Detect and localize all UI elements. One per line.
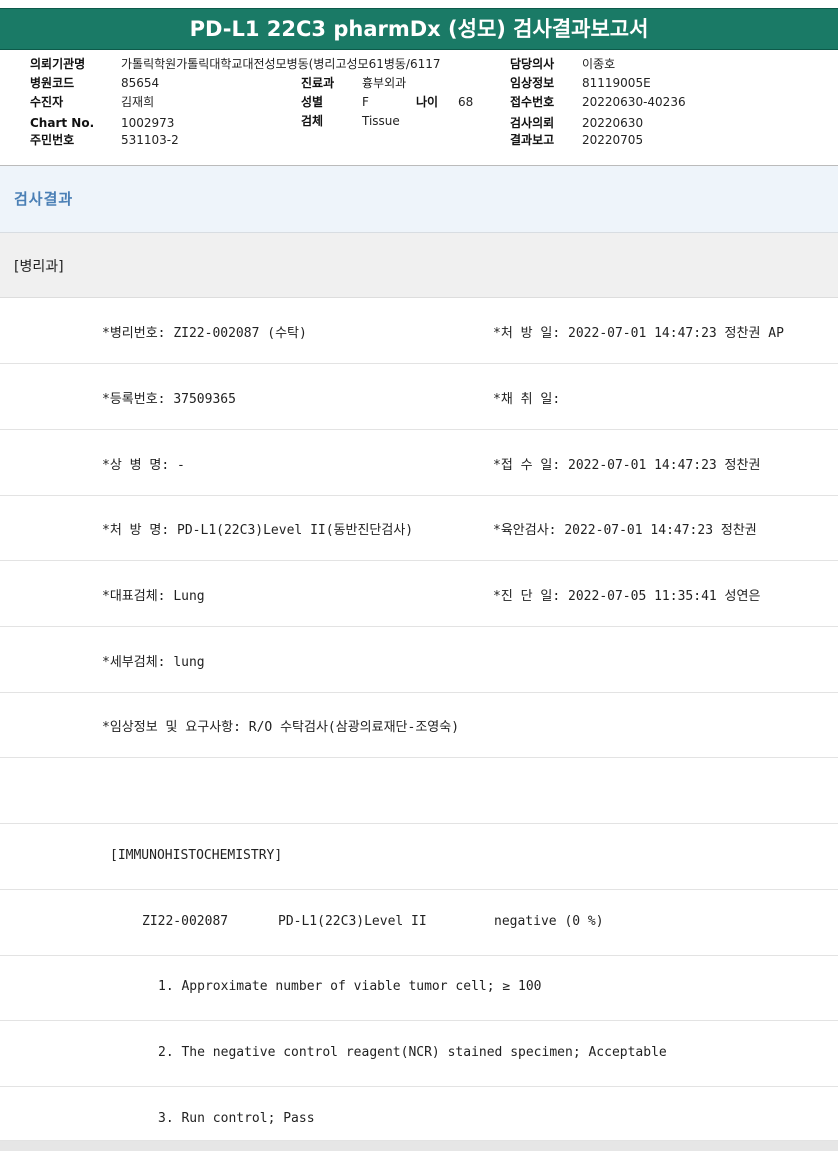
clinical-value: 81119005E — [582, 76, 651, 90]
request-value: 20220630 — [582, 116, 644, 130]
blank-row — [0, 758, 838, 824]
detail-row: *대표검체: Lung *진 단 일: 2022-07-05 11:35:41 … — [0, 561, 838, 627]
code-label: 병원코드 — [30, 76, 75, 90]
ihc-title: [IMMUNOHISTOCHEMISTRY] — [110, 848, 283, 863]
result-date-value: 20220705 — [582, 133, 644, 147]
age-label: 나이 — [416, 95, 439, 109]
clinical-label: 임상정보 — [510, 76, 555, 90]
row-right: *처 방 일: 2022-07-01 14:47:23 정찬권 AP — [493, 326, 784, 341]
note-text: 3. Run control; Pass — [158, 1111, 315, 1126]
specimen-value: Tissue — [362, 114, 400, 128]
detail-row: *등록번호: 37509365 *채 취 일: — [0, 364, 838, 430]
doctor-value: 이종호 — [582, 57, 616, 71]
note-text: 1. Approximate number of viable tumor ce… — [158, 979, 542, 994]
receipt-label: 접수번호 — [510, 95, 555, 109]
ihc-title-row: [IMMUNOHISTOCHEMISTRY] — [0, 824, 838, 890]
id-label: 주민번호 — [30, 133, 75, 147]
receipt-value: 20220630-40236 — [582, 95, 686, 109]
scrollbar-track[interactable] — [0, 1141, 838, 1151]
report-title: PD-L1 22C3 pharmDx (성모) 검사결과보고서 — [0, 8, 838, 50]
section-header: 검사결과 — [0, 166, 838, 233]
row-right: *채 취 일: — [493, 392, 561, 407]
ihc-result: negative (0 %) — [494, 914, 604, 929]
row-left: *등록번호: 37509365 — [102, 392, 236, 407]
note-row: 3. Run control; Pass — [0, 1087, 838, 1141]
doctor-label: 담당의사 — [510, 57, 555, 71]
section-title: 검사결과 — [14, 190, 74, 208]
row-left: *임상정보 및 요구사항: R/O 수탁검사(삼광의료재단-조영숙) — [102, 720, 460, 735]
department-header: [병리과] — [0, 233, 838, 298]
patient-value: 김재희 — [121, 95, 155, 109]
row-left: *병리번호: ZI22-002087 (수탁) — [102, 326, 307, 341]
request-label: 검사의뢰 — [510, 116, 555, 130]
detail-row: *병리번호: ZI22-002087 (수탁) *처 방 일: 2022-07-… — [0, 298, 838, 364]
row-left: *상 병 명: - — [102, 458, 185, 473]
row-left: *대표검체: Lung — [102, 589, 205, 604]
detail-row: *세부검체: lung — [0, 627, 838, 693]
note-row: 2. The negative control reagent(NCR) sta… — [0, 1021, 838, 1087]
chart-label: Chart No. — [30, 116, 95, 130]
note-text: 2. The negative control reagent(NCR) sta… — [158, 1045, 667, 1060]
hospital-value: 가톨릭학원가톨릭대학교대전성모병동(병리고성모61병동/6117 — [121, 57, 441, 71]
result-date-label: 결과보고 — [510, 133, 555, 147]
department-label: [병리과] — [14, 259, 64, 275]
detail-row: *처 방 명: PD-L1(22C3)Level II(동반진단검사) *육안검… — [0, 495, 838, 561]
age-value: 68 — [458, 95, 474, 109]
dept-label: 진료과 — [301, 76, 335, 90]
hospital-label: 의뢰기관명 — [30, 57, 86, 71]
row-left: *처 방 명: PD-L1(22C3)Level II(동반진단검사) — [102, 523, 414, 538]
row-right: *접 수 일: 2022-07-01 14:47:23 정찬권 — [493, 458, 761, 473]
detail-row: *임상정보 및 요구사항: R/O 수탁검사(삼광의료재단-조영숙) — [0, 692, 838, 758]
detail-row: *상 병 명: - *접 수 일: 2022-07-01 14:47:23 정찬… — [0, 430, 838, 496]
note-row: 1. Approximate number of viable tumor ce… — [0, 955, 838, 1021]
ihc-result-row: ZI22-002087 PD-L1(22C3)Level II negative… — [0, 890, 838, 956]
ihc-specimen: ZI22-002087 — [142, 914, 229, 929]
id-value: 531103-2 — [121, 133, 179, 147]
sex-value: F — [362, 95, 369, 109]
specimen-label: 검체 — [301, 114, 324, 128]
patient-label: 수진자 — [30, 95, 64, 109]
row-right: *진 단 일: 2022-07-05 11:35:41 성연은 — [493, 589, 761, 604]
chart-value: 1002973 — [121, 116, 175, 130]
dept-value: 흉부외과 — [362, 76, 407, 90]
row-left: *세부검체: lung — [102, 655, 205, 670]
code-value: 85654 — [121, 76, 160, 90]
ihc-test: PD-L1(22C3)Level II — [278, 914, 427, 929]
sex-label: 성별 — [301, 95, 324, 109]
row-right: *육안검사: 2022-07-01 14:47:23 정찬권 — [493, 523, 757, 538]
